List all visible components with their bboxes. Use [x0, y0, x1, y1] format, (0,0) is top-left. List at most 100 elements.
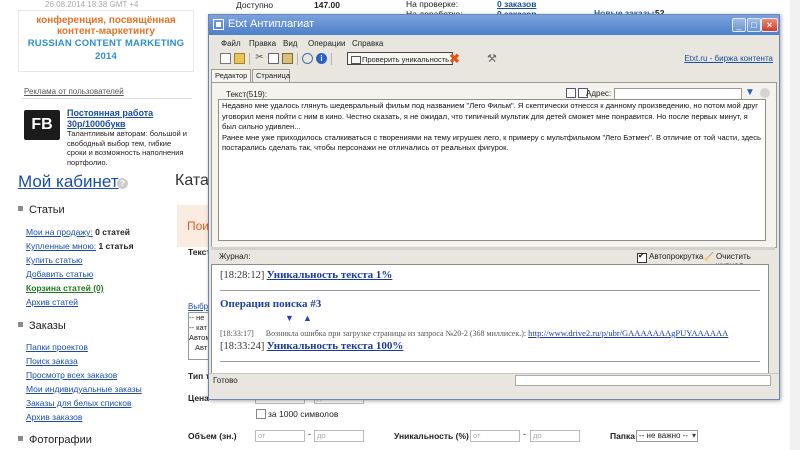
toolbar-separator [249, 53, 250, 65]
error-url-link[interactable]: http://www.drive2.ru/p/ubr/GAAAAAAAgPUYA… [528, 328, 728, 338]
menu-link-project-folders[interactable]: Папки проектов [26, 342, 88, 352]
broom-icon[interactable]: 🧹 [704, 252, 714, 261]
ads-divider [22, 98, 192, 99]
per1000-label: за 1000 символов [268, 409, 339, 419]
menu-link-buy-article[interactable]: Купить статью [26, 255, 83, 265]
volume-to-input[interactable]: до [314, 430, 364, 442]
folder-label: Папка [610, 431, 635, 441]
menu-link-my-for-sale[interactable]: Мои на продажу: [26, 227, 93, 237]
open-folder-icon[interactable] [234, 53, 245, 64]
tab-editor[interactable]: Редактор [211, 69, 251, 82]
menu-link-order-search[interactable]: Поиск заказа [26, 356, 78, 366]
select-link[interactable]: Выбр [188, 302, 208, 311]
stop-icon[interactable]: ✖ [449, 51, 460, 67]
price-label: Цена [188, 393, 209, 403]
fb-logo[interactable]: FB [24, 110, 60, 140]
etxt-exchange-link[interactable]: Etxt.ru - биржа контента [684, 54, 773, 63]
text-editor[interactable]: Недавно мне удалось глянуть шедевральный… [218, 99, 766, 241]
menu-link-all-orders[interactable]: Просмотр всех заказов [26, 370, 117, 380]
menu-link-articles-archive[interactable]: Архив статей [26, 297, 78, 307]
folder-select[interactable]: -- не важно -- [636, 430, 698, 442]
section-bullet-icon [18, 322, 23, 327]
toolbar-separator [297, 53, 298, 65]
maximize-button[interactable]: □ [747, 18, 761, 32]
cut-icon[interactable]: ✂ [254, 53, 265, 64]
address-clear-icon[interactable] [760, 88, 770, 98]
address-label: Адрес: [586, 89, 612, 98]
info-icon[interactable]: i [316, 53, 327, 64]
section-photos-title: Фотографии [29, 434, 92, 446]
uniqueness-label: Уникальность (%) [394, 431, 469, 441]
autoscroll-checkbox[interactable] [637, 251, 647, 263]
available-value: 147.00 [314, 0, 340, 10]
autoscroll-label: Автопрокрутка [649, 252, 704, 261]
menu-edit[interactable]: Правка [249, 39, 276, 48]
view-mode-icon[interactable] [566, 88, 576, 98]
range-dash: - [308, 429, 311, 439]
uniq-to-input[interactable]: до [530, 430, 580, 442]
window-titlebar[interactable]: Etxt Антиплагиат _ □ × [209, 15, 779, 35]
ad-title-link[interactable]: Постоянная работа 30р/1000букв [67, 108, 187, 130]
log-panel[interactable]: [18:28:12] Уникальность текста 1% Операц… [211, 264, 769, 374]
per1000-checkbox[interactable] [256, 409, 266, 419]
my-cabinet-link[interactable]: Мой кабинет [18, 172, 119, 192]
search-header-text: Пои [187, 219, 210, 233]
menu-link-orders-archive[interactable]: Архив заказов [26, 412, 82, 422]
menu-bar: Файл Правка Вид Операции Справка [209, 36, 779, 50]
close-button[interactable]: × [761, 18, 778, 32]
menu-link-articles-cart[interactable]: Корзина статей (0) [26, 283, 104, 293]
section-photos: Фотографии [18, 434, 92, 446]
log-entry: [18:28:12] Уникальность текста 1% [220, 269, 392, 281]
date-label: 26.08.2014 18:38 GMT +4 [45, 0, 139, 9]
page-scrollbar[interactable] [790, 0, 800, 450]
section-bullet-icon [18, 436, 23, 441]
uniq-from-input[interactable]: от [470, 430, 520, 442]
operation-title: Операция поиска #3 [220, 298, 322, 310]
toolbar-separator [331, 53, 332, 65]
ad-description: Талантливым авторам: большой и свободный… [67, 129, 187, 167]
log-divider [220, 361, 760, 362]
menu-link-add-article[interactable]: Добавить статью [26, 269, 93, 279]
refresh-icon[interactable] [302, 53, 313, 64]
section-orders: Заказы [18, 320, 66, 332]
minimize-button[interactable]: _ [732, 18, 746, 32]
menu-value-bought: 1 статья [98, 241, 134, 251]
section-articles-title: Статьи [29, 204, 65, 216]
catalog-heading: Ката [175, 172, 209, 189]
menu-link-whitelist-orders[interactable]: Заказы для белых списков [26, 398, 131, 408]
new-file-icon[interactable] [220, 53, 231, 64]
progress-field [515, 375, 771, 386]
collapse-arrow-icon[interactable]: ▼ [285, 313, 294, 323]
app-icon [213, 19, 224, 30]
banner-line-2: контент-маркетингу [57, 26, 155, 37]
menu-link-bought[interactable]: Купленные мною: [26, 241, 96, 251]
menu-link-individual-orders[interactable]: Мои индивидуальные заказы [26, 384, 142, 394]
volume-from-input[interactable]: от [255, 430, 305, 442]
range-dash: - [523, 429, 526, 439]
conference-banner[interactable]: конференция, посвящённая контент-маркети… [18, 10, 194, 72]
editor-panel: Текст(519): Адрес: ▼ Недавно мне удалось… [211, 82, 777, 248]
menu-help[interactable]: Справка [352, 39, 383, 48]
paste-icon[interactable] [282, 53, 293, 64]
menu-file[interactable]: Файл [221, 39, 241, 48]
menu-view[interactable]: Вид [283, 39, 297, 48]
copy-icon[interactable] [268, 53, 279, 64]
log-divider [220, 290, 760, 291]
uniqueness-result-link[interactable]: Уникальность текста 1% [267, 269, 393, 281]
help-icon[interactable]: ? [117, 178, 128, 189]
log-header: Журнал: Автопрокрутка 🧹 Очистить журнал [211, 250, 775, 270]
ads-label[interactable]: Реклама от пользователей [24, 87, 124, 96]
tab-page[interactable]: Страница [252, 69, 290, 82]
menu-operations[interactable]: Операции [308, 39, 345, 48]
error-message: Возникла ошибка при загрузке страницы из… [265, 329, 527, 338]
banner-line-1: конференция, посвящённая [36, 15, 176, 26]
log-time: [18:28:12] [220, 270, 265, 281]
on-check-link[interactable]: 0 заказов [497, 0, 536, 9]
antiplagiat-window: Etxt Антиплагиат _ □ × Файл Правка Вид О… [208, 14, 780, 400]
settings-tool-icon[interactable]: ⚒ [487, 52, 497, 65]
expand-arrow-icon[interactable]: ▲ [303, 313, 312, 323]
available-label: Доступно [236, 0, 274, 10]
address-dropdown-icon[interactable]: ▼ [745, 87, 755, 98]
uniqueness-result-link[interactable]: Уникальность текста 100% [267, 340, 404, 352]
check-uniqueness-button[interactable]: Проверить уникальность [347, 52, 453, 65]
